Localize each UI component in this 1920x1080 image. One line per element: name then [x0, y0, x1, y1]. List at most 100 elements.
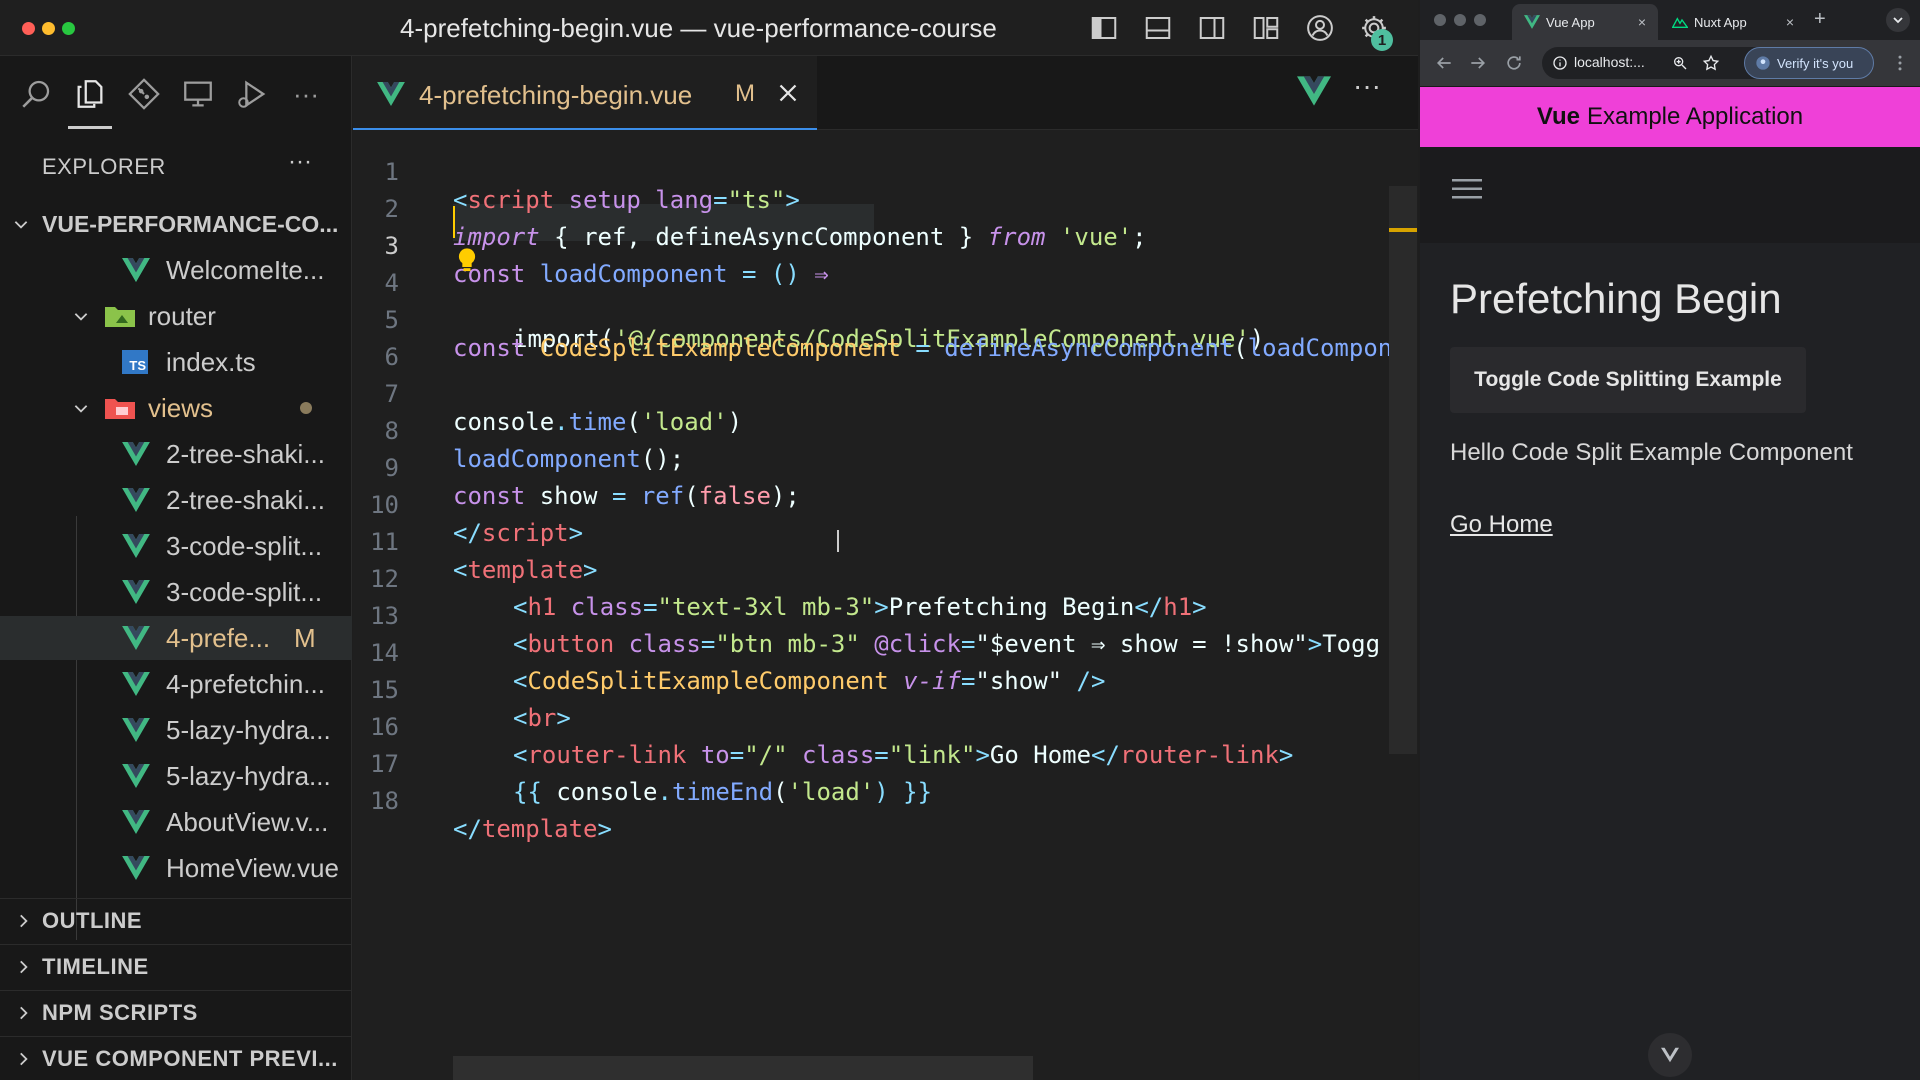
more-views-icon[interactable]: ··· [284, 72, 328, 116]
tab-label: Nuxt App [1694, 14, 1747, 30]
toggle-secondary-sidebar-icon[interactable] [1194, 10, 1230, 46]
code-editor[interactable]: 1 <script setup lang="ts"> 2 import { re… [353, 130, 1418, 1080]
close-icon[interactable] [773, 78, 803, 108]
reload-icon[interactable] [1504, 53, 1524, 73]
section-label: OUTLINE [42, 907, 143, 933]
remote-explorer-icon[interactable] [176, 72, 220, 116]
tree-item-label: 4-prefetchin... [166, 668, 325, 699]
tree-item[interactable]: 5-lazy-hydra... [0, 754, 352, 798]
bookmark-star-icon[interactable] [1702, 54, 1720, 72]
tab-modified-badge: M [735, 80, 755, 107]
vue-file-icon [122, 764, 150, 788]
browser-tab-strip: Vue App × Nuxt App × + [1420, 0, 1920, 40]
tree-item-label: index.ts [166, 346, 256, 377]
vue-devtools-button[interactable] [1648, 1033, 1692, 1077]
window-title: 4-prefetching-begin.vue — vue-performanc… [400, 13, 997, 43]
vue-file-icon [122, 626, 150, 650]
editor-tab-bar: 4-prefetching-begin.vue M ··· [353, 56, 1418, 130]
tree-item-label: HomeView.vue [166, 852, 339, 883]
tree-item-selected[interactable]: 4-prefe... M [0, 616, 352, 660]
web-page: Vue Example Application Prefetching Begi… [1420, 86, 1920, 1080]
section-npm-scripts[interactable]: NPM SCRIPTS [0, 990, 352, 1034]
browser-tab-vue-app[interactable]: Vue App × [1512, 4, 1658, 40]
app-brand: Vue [1536, 103, 1580, 130]
tree-folder-views[interactable]: views [0, 386, 352, 430]
close-icon[interactable]: × [1786, 14, 1794, 30]
back-arrow-icon[interactable] [1434, 53, 1454, 73]
tree-folder-router[interactable]: router [0, 294, 352, 338]
tree-item[interactable]: 5-lazy-hydra... [0, 708, 352, 752]
vue-file-icon [122, 856, 150, 880]
site-info-icon[interactable] [1552, 55, 1568, 71]
editor-tab-active[interactable]: 4-prefetching-begin.vue M [353, 56, 817, 130]
go-home-link[interactable]: Go Home [1450, 511, 1553, 539]
source-control-icon[interactable] [122, 72, 166, 116]
toggle-panel-icon[interactable] [1140, 10, 1176, 46]
editor-area: 4-prefetching-begin.vue M ··· 1 <script … [353, 56, 1418, 1080]
code-line: 17 {{ console.timeEnd('load') }} [353, 722, 1418, 806]
code-line: 11 <template> [353, 500, 1418, 584]
vue-preview-icon[interactable] [1297, 76, 1331, 106]
tree-item[interactable]: TS index.ts [0, 340, 352, 384]
close-icon[interactable]: × [1638, 14, 1646, 30]
tree-item[interactable]: 4-prefetchin... [0, 662, 352, 706]
app-header-title: Example Application [1586, 103, 1804, 130]
editor-more-actions-button[interactable]: ··· [1353, 70, 1381, 102]
tree-item-label: 3-code-split... [166, 576, 323, 607]
tree-item-label: 4-prefe... [166, 622, 271, 653]
vue-file-icon [122, 580, 150, 604]
customize-layout-icon[interactable] [1248, 10, 1284, 46]
chevron-down-icon [10, 213, 32, 235]
run-debug-icon[interactable] [230, 72, 274, 116]
vertical-scrollbar[interactable] [1389, 186, 1417, 754]
browser-menu-icon[interactable] [1890, 52, 1910, 74]
tree-item[interactable]: 3-code-split... [0, 570, 352, 614]
tree-item[interactable]: 3-code-split... [0, 524, 352, 568]
minimize-window-button[interactable] [1454, 14, 1466, 26]
explorer-files-icon[interactable] [68, 72, 112, 116]
horizontal-scrollbar[interactable] [453, 1056, 1033, 1080]
tree-item[interactable]: AboutView.v... [0, 800, 352, 844]
tree-item[interactable]: WelcomeIte... [0, 248, 352, 292]
code-line: 4 import('@/components/CodeSplitExampleC… [353, 241, 1418, 353]
search-icon[interactable] [14, 72, 58, 116]
browser-tab-nuxt-app[interactable]: Nuxt App × [1660, 4, 1806, 40]
toggle-primary-sidebar-icon[interactable] [1086, 10, 1122, 46]
explorer-more-button[interactable]: ··· [288, 148, 312, 176]
page-title: Prefetching Begin [1450, 275, 1782, 322]
forward-arrow-icon[interactable] [1468, 53, 1488, 73]
modified-dot-icon [300, 402, 312, 414]
code-line: 15 <br> [353, 648, 1418, 732]
app-header: Vue Example Application [1420, 87, 1920, 147]
section-vue-component-preview[interactable]: VUE COMPONENT PREVI... [0, 1036, 352, 1080]
vue-devtools-icon [1661, 1047, 1679, 1063]
new-tab-button[interactable]: + [1814, 8, 1826, 31]
maximize-window-button[interactable] [62, 22, 75, 35]
minimize-window-button[interactable] [42, 22, 55, 35]
tree-item-label: 2-tree-shaki... [166, 438, 325, 469]
explorer-title: EXPLORER [42, 154, 166, 179]
code-line: 5 const CodeSplitExampleComponent = defi… [353, 278, 1418, 552]
tree-item-label: AboutView.v... [166, 806, 329, 837]
tree-item[interactable]: HomeView.vue [0, 846, 352, 890]
toggle-code-splitting-button[interactable]: Toggle Code Splitting Example [1450, 347, 1806, 413]
section-outline[interactable]: OUTLINE [0, 898, 352, 942]
project-root-folder[interactable]: VUE-PERFORMANCE-CO... [0, 202, 352, 246]
hamburger-menu-icon[interactable] [1452, 177, 1482, 201]
tab-search-button[interactable] [1886, 8, 1910, 32]
close-window-button[interactable] [22, 22, 35, 35]
vue-file-icon [122, 810, 150, 834]
zoom-icon[interactable] [1672, 55, 1688, 71]
tree-item[interactable]: 2-tree-shaki... [0, 432, 352, 476]
browser-window: Vue App × Nuxt App × + localhost:... Ver… [1420, 0, 1920, 1080]
code-line: 8 loadComponent(); [353, 389, 1418, 473]
section-label: VUE COMPONENT PREVI... [42, 1045, 338, 1071]
maximize-window-button[interactable] [1474, 14, 1486, 26]
tab-label: Vue App [1546, 14, 1595, 30]
verify-identity-button[interactable]: Verify it's you [1744, 47, 1874, 79]
close-window-button[interactable] [1434, 14, 1446, 26]
lightbulb-icon[interactable] [453, 245, 481, 275]
account-icon[interactable] [1302, 10, 1338, 46]
tree-item[interactable]: 2-tree-shaki... [0, 478, 352, 522]
section-timeline[interactable]: TIMELINE [0, 944, 352, 988]
